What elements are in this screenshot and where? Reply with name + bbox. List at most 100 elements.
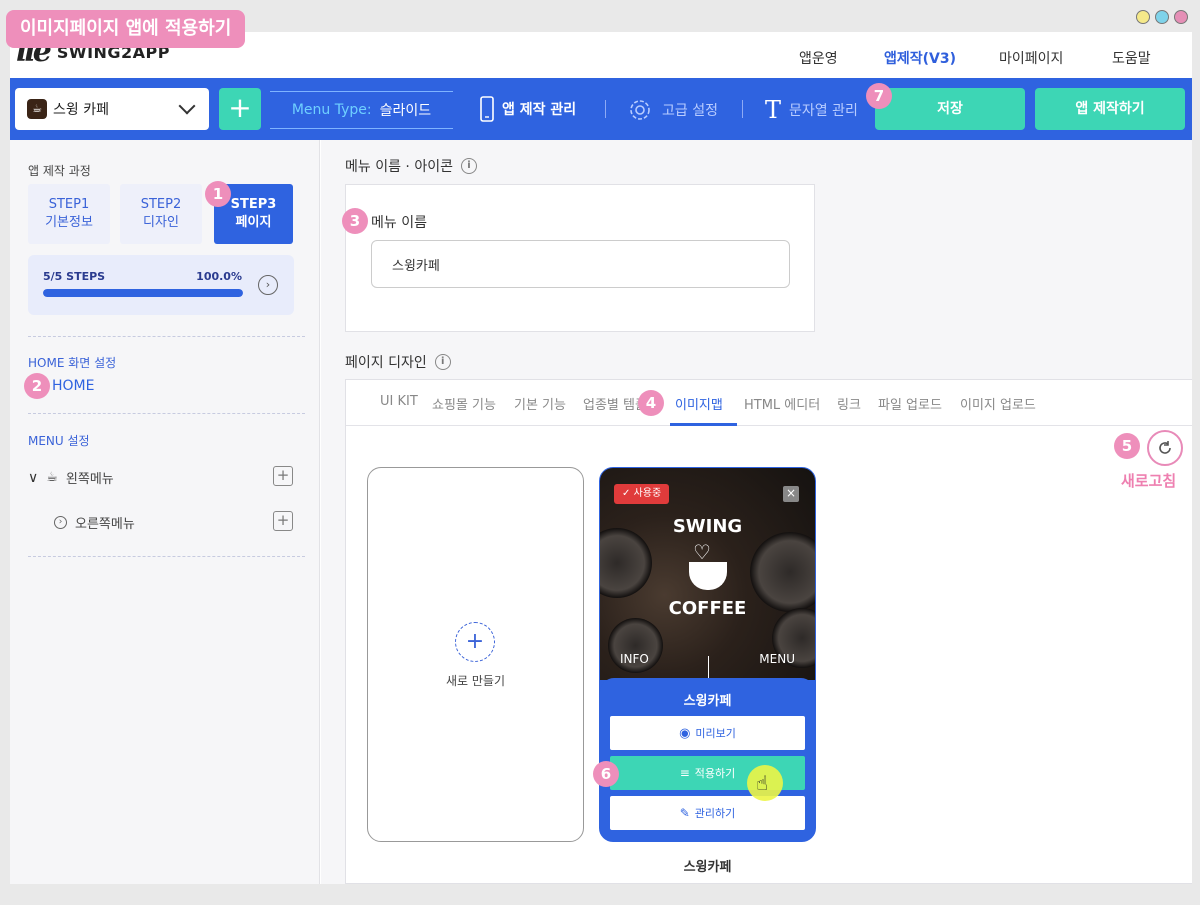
refresh-label: 새로고침	[1121, 472, 1177, 490]
nav-app-build[interactable]: 앱제작(V3)	[884, 48, 956, 68]
preview-button[interactable]: ◉ 미리보기	[610, 716, 805, 750]
coffee-app-icon: ☕	[27, 99, 47, 119]
coffee-cup-image	[600, 528, 652, 598]
info-icon[interactable]: i	[434, 354, 451, 370]
sidebar-item-left-menu[interactable]: ∨ ☕ 왼쪽메뉴	[28, 468, 114, 488]
image-menu-info: INFO	[620, 652, 649, 666]
tutorial-title: 이미지페이지 앱에 적용하기	[6, 10, 246, 48]
manage-button[interactable]: ✎ 관리하기	[610, 796, 805, 830]
progress-card: 5/5 STEPS 100.0% ›	[28, 255, 294, 315]
nav-mypage[interactable]: 마이페이지	[999, 48, 1063, 68]
tab-image-map[interactable]: 이미지맵	[669, 394, 723, 413]
home-section-title: HOME 화면 설정	[28, 356, 117, 370]
toolbar-divider	[605, 100, 606, 118]
add-right-menu-button[interactable]: +	[273, 511, 293, 531]
tool-string-manage[interactable]: T 문자열 관리	[765, 96, 858, 124]
template-card: ✓ 사용중 × SWING ♡ COFFEE INFO MENU 스윙카페 ◉	[599, 467, 816, 842]
add-app-button[interactable]: +	[219, 88, 261, 130]
close-icon[interactable]: ×	[783, 486, 799, 502]
sidebar: 앱 제작 과정 STEP1 기본정보 STEP2 디자인 STEP3 페이지 5…	[10, 140, 320, 884]
window-controls	[1136, 10, 1188, 24]
menu-section-title: MENU 설정	[28, 434, 90, 448]
nav-help[interactable]: 도움말	[1112, 48, 1151, 68]
refresh-icon	[1159, 441, 1171, 454]
maximize-dot[interactable]	[1155, 10, 1169, 24]
phone-icon	[480, 96, 494, 122]
template-caption: 스윙카페	[683, 860, 732, 875]
menu-type-label: Menu Type:	[291, 102, 372, 118]
tool-string-manage-label: 문자열 관리	[789, 103, 858, 119]
chevron-right-icon[interactable]: ›	[258, 275, 278, 295]
tab-file-upload[interactable]: 파일 업로드	[878, 394, 942, 413]
tab-basic[interactable]: 기본 기능	[514, 394, 566, 413]
plus-icon: +	[455, 622, 495, 662]
menu-type-value: 슬라이드	[379, 103, 432, 119]
tool-advanced-settings-label: 고급 설정	[662, 103, 718, 119]
template-name: 스윙카페	[683, 694, 732, 709]
add-left-menu-button[interactable]: +	[273, 466, 293, 486]
sidebar-item-right-menu[interactable]: › 오른쪽메뉴	[54, 513, 135, 532]
minimize-dot[interactable]	[1136, 10, 1150, 24]
left-menu-label: 왼쪽메뉴	[65, 472, 114, 487]
active-tab-indicator	[670, 423, 737, 426]
coffee-cup-icon: ☕	[46, 470, 58, 485]
coffee-background-image: ✓ 사용중 × SWING ♡ COFFEE INFO MENU	[600, 468, 815, 680]
build-app-button[interactable]: 앱 제작하기	[1035, 88, 1185, 130]
text-t-icon: T	[765, 96, 782, 124]
app-window: lle SWING2APP 앱운영 앱제작(V3) 마이페이지 도움말 ☕ 스윙…	[10, 32, 1192, 884]
new-page-card[interactable]: + 새로 만들기	[367, 467, 584, 842]
eye-icon: ◉	[679, 725, 691, 741]
apply-lines-icon: ≡	[679, 766, 690, 780]
step-2[interactable]: STEP2 디자인	[120, 184, 202, 244]
in-use-label: 사용중	[633, 488, 662, 499]
step-1[interactable]: STEP1 기본정보	[28, 184, 110, 244]
refresh-button[interactable]	[1147, 430, 1183, 466]
close-dot[interactable]	[1174, 10, 1188, 24]
step-3-line2: 페이지	[235, 215, 272, 230]
page-design-area: UI KIT 쇼핑몰 기능 기본 기능 업종별 템플릿 이미지맵 HTML 에디…	[345, 379, 1192, 884]
preview-label: 미리보기	[695, 727, 736, 740]
progress-label: 5/5 STEPS	[43, 270, 106, 283]
app-select[interactable]: ☕ 스윙 카페	[15, 88, 209, 130]
step-2-line2: 디자인	[143, 215, 179, 230]
tool-advanced-settings[interactable]: 고급 설정	[626, 96, 718, 124]
section-divider	[28, 413, 305, 414]
sidebar-item-home[interactable]: HOME	[52, 378, 94, 394]
tab-html-editor[interactable]: HTML 에디터	[744, 394, 820, 413]
info-icon[interactable]: i	[460, 158, 477, 174]
screenshot-frame: 이미지페이지 앱에 적용하기 lle SWING2APP 앱운영 앱제작(V3)…	[0, 0, 1200, 905]
tool-app-manage[interactable]: 앱 제작 관리	[480, 96, 576, 122]
tab-link[interactable]: 링크	[837, 394, 861, 413]
heart-icon: ♡	[693, 540, 711, 564]
progress-fill	[43, 289, 243, 297]
step-marker-6: 6	[593, 761, 619, 787]
save-button[interactable]: 저장	[875, 88, 1025, 130]
manage-label: 관리하기	[694, 807, 736, 820]
brand-bottom-text: COFFEE	[668, 598, 747, 619]
chevron-down-icon	[178, 97, 196, 115]
tab-ui-kit[interactable]: UI KIT	[380, 394, 418, 409]
process-title: 앱 제작 과정	[28, 164, 91, 178]
step-marker-1: 1	[205, 181, 231, 207]
step-marker-5: 5	[1114, 433, 1140, 459]
tab-image-upload[interactable]: 이미지 업로드	[960, 394, 1036, 413]
edit-icon: ✎	[679, 806, 690, 820]
menu-name-input[interactable]	[371, 240, 790, 288]
hand-cursor-icon: ☝	[756, 771, 769, 795]
progress-percent: 100.0%	[196, 270, 242, 283]
step-marker-4: 4	[638, 390, 664, 416]
coffee-cup-logo-icon	[689, 562, 727, 590]
toolbar-divider	[742, 100, 743, 118]
tool-app-manage-label: 앱 제작 관리	[502, 102, 577, 118]
tab-shopping[interactable]: 쇼핑몰 기능	[432, 394, 496, 413]
toolbar: ☕ 스윙 카페 + Menu Type: 슬라이드 앱 제작 관리 고급 설정 …	[10, 78, 1192, 140]
nav-app-manage[interactable]: 앱운영	[799, 48, 838, 68]
new-page-label: 새로 만들기	[445, 674, 505, 688]
step-1-line1: STEP1	[48, 197, 90, 212]
template-actions: 스윙카페 ◉ 미리보기 ≡ 적용하기 ✎ 관리하기	[600, 678, 815, 841]
brand-top-text: SWING	[672, 516, 743, 537]
menu-type-selector[interactable]: Menu Type: 슬라이드	[270, 91, 453, 129]
image-menu-menu: MENU	[759, 652, 795, 666]
main-panel: 메뉴 이름 · 아이콘 i 메뉴 이름 페이지 디자인 i UI KIT 쇼핑몰…	[321, 140, 1192, 884]
step-1-line2: 기본정보	[45, 215, 93, 230]
